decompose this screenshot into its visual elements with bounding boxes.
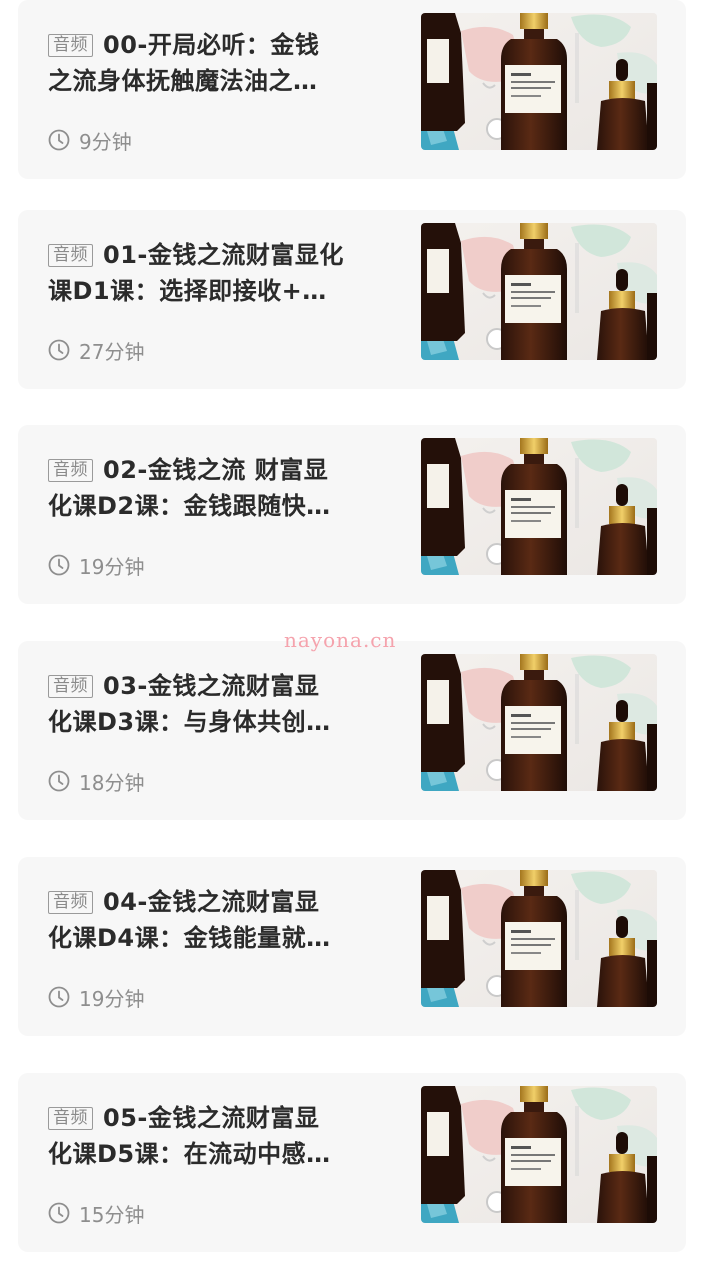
clock-icon	[48, 986, 70, 1008]
lesson-title-line-2: 课D1课：选择即接收+…	[48, 277, 327, 305]
lesson-title-line-2: 化课D5课：在流动中感…	[48, 1140, 331, 1168]
lesson-title-text-1: 01-金钱之流财富显化	[103, 241, 344, 269]
lesson-title-line-2: 化课D3课：与身体共创…	[48, 708, 331, 736]
lesson-thumbnail[interactable]	[421, 1086, 657, 1223]
duration-text: 27分钟	[79, 339, 145, 364]
clock-icon	[48, 770, 70, 792]
lesson-title-line-2: 化课D2课：金钱跟随快…	[48, 492, 331, 520]
lesson-title: 音频 00-开局必听：金钱 之流身体抚触魔法油之…	[48, 27, 378, 99]
lesson-title-line-2: 之流身体抚触魔法油之…	[48, 67, 318, 95]
audio-badge: 音频	[48, 675, 93, 698]
lesson-title-line-2: 化课D4课：金钱能量就…	[48, 924, 331, 952]
lesson-thumbnail[interactable]	[421, 223, 657, 360]
lesson-title-text-1: 02-金钱之流 财富显	[103, 456, 329, 484]
audio-badge: 音频	[48, 244, 93, 267]
lesson-title-line-1: 音频 00-开局必听：金钱	[48, 27, 378, 63]
lesson-title-line-1: 音频 04-金钱之流财富显	[48, 884, 378, 920]
lesson-title-line-1: 音频 01-金钱之流财富显化	[48, 237, 378, 273]
lesson-thumbnail[interactable]	[421, 870, 657, 1007]
clock-icon	[48, 1202, 70, 1224]
lesson-card-1[interactable]: 音频 01-金钱之流财富显化 课D1课：选择即接收+… 27分钟	[18, 210, 686, 389]
lesson-title-text-1: 04-金钱之流财富显	[103, 888, 320, 916]
lesson-duration: 9分钟	[48, 127, 132, 154]
lesson-title-text-1: 05-金钱之流财富显	[103, 1104, 320, 1132]
lesson-duration: 18分钟	[48, 768, 145, 795]
duration-text: 15分钟	[79, 1202, 145, 1227]
duration-text: 9分钟	[79, 129, 132, 154]
audio-badge: 音频	[48, 459, 93, 482]
clock-icon	[48, 129, 70, 151]
lesson-card-0[interactable]: 音频 00-开局必听：金钱 之流身体抚触魔法油之… 9分钟	[18, 0, 686, 179]
lesson-duration: 15分钟	[48, 1200, 145, 1227]
lesson-title: 音频 01-金钱之流财富显化 课D1课：选择即接收+…	[48, 237, 378, 309]
lesson-title-line-1: 音频 02-金钱之流 财富显	[48, 452, 378, 488]
lesson-title: 音频 03-金钱之流财富显 化课D3课：与身体共创…	[48, 668, 378, 740]
lesson-title-line-1: 音频 03-金钱之流财富显	[48, 668, 378, 704]
lesson-thumbnail[interactable]	[421, 13, 657, 150]
lesson-title-line-1: 音频 05-金钱之流财富显	[48, 1100, 378, 1136]
lesson-duration: 27分钟	[48, 337, 145, 364]
lesson-card-4[interactable]: 音频 04-金钱之流财富显 化课D4课：金钱能量就… 19分钟	[18, 857, 686, 1036]
audio-badge: 音频	[48, 891, 93, 914]
lesson-thumbnail[interactable]	[421, 438, 657, 575]
audio-badge: 音频	[48, 1107, 93, 1130]
duration-text: 19分钟	[79, 554, 145, 579]
clock-icon	[48, 339, 70, 361]
lesson-card-5[interactable]: 音频 05-金钱之流财富显 化课D5课：在流动中感… 15分钟	[18, 1073, 686, 1252]
lesson-thumbnail[interactable]	[421, 654, 657, 791]
lesson-title: 音频 04-金钱之流财富显 化课D4课：金钱能量就…	[48, 884, 378, 956]
duration-text: 19分钟	[79, 986, 145, 1011]
lesson-duration: 19分钟	[48, 552, 145, 579]
lesson-title-text-1: 03-金钱之流财富显	[103, 672, 320, 700]
duration-text: 18分钟	[79, 770, 145, 795]
lesson-card-2[interactable]: 音频 02-金钱之流 财富显 化课D2课：金钱跟随快… 19分钟	[18, 425, 686, 604]
clock-icon	[48, 554, 70, 576]
lesson-duration: 19分钟	[48, 984, 145, 1011]
site-watermark: nayona.cn	[284, 628, 397, 652]
audio-badge: 音频	[48, 34, 93, 57]
lesson-title: 音频 02-金钱之流 财富显 化课D2课：金钱跟随快…	[48, 452, 378, 524]
lesson-card-3[interactable]: 音频 03-金钱之流财富显 化课D3课：与身体共创… 18分钟	[18, 641, 686, 820]
lesson-title-text-1: 00-开局必听：金钱	[103, 31, 320, 59]
lesson-title: 音频 05-金钱之流财富显 化课D5课：在流动中感…	[48, 1100, 378, 1172]
